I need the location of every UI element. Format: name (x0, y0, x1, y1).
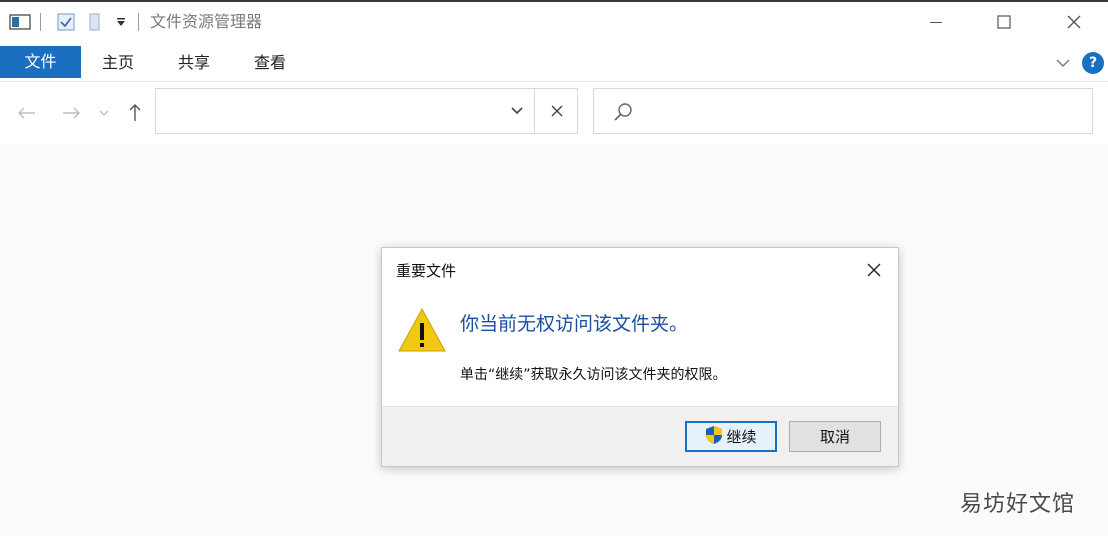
window-top-edge (0, 0, 1108, 2)
minimize-button[interactable] (914, 4, 958, 40)
tab-file[interactable]: 文件 (0, 46, 81, 78)
maximize-button[interactable] (982, 4, 1026, 40)
search-box[interactable] (593, 88, 1093, 134)
up-arrow-icon[interactable] (124, 102, 146, 124)
dialog-message: 单击“继续”获取永久访问该文件夹的权限。 (460, 367, 727, 383)
properties-icon[interactable] (54, 12, 78, 32)
tab-share[interactable]: 共享 (164, 48, 224, 78)
dialog-close-icon[interactable] (854, 254, 894, 286)
back-arrow-icon[interactable] (16, 102, 38, 124)
tab-view[interactable]: 查看 (240, 48, 300, 78)
app-icon[interactable] (8, 12, 32, 32)
help-icon[interactable]: ? (1082, 52, 1104, 74)
address-bar[interactable] (155, 88, 578, 134)
cancel-button[interactable]: 取消 (789, 421, 881, 452)
ribbon-tabs: 文件 主页 共享 查看 ? (0, 44, 1108, 82)
expand-ribbon-chevron-icon[interactable] (1054, 54, 1072, 72)
customize-toolbar-dropdown-icon[interactable] (112, 12, 130, 32)
recent-locations-chevron-icon[interactable] (96, 102, 112, 124)
search-input[interactable] (644, 97, 1074, 125)
search-icon (612, 101, 634, 123)
close-button[interactable] (1052, 4, 1096, 40)
access-denied-dialog: 重要文件 你当前无权访问该文件夹。 单击“继续”获取永久访问该文件夹的权限。 继… (381, 247, 899, 467)
toolbar-separator (138, 13, 139, 31)
address-dropdown-chevron-icon[interactable] (500, 89, 534, 133)
uac-shield-icon (705, 425, 723, 449)
forward-arrow-icon[interactable] (60, 102, 82, 124)
dialog-title: 重要文件 (396, 262, 457, 280)
continue-button[interactable]: 继续 (685, 421, 777, 452)
title-bar: 文件资源管理器 (0, 0, 1108, 44)
navigation-bar (0, 82, 1108, 144)
clear-address-icon[interactable] (534, 89, 578, 133)
warning-icon (397, 306, 447, 354)
tab-home[interactable]: 主页 (88, 48, 148, 78)
watermark: 易坊好文馆 (960, 492, 1076, 517)
new-folder-icon[interactable] (84, 12, 106, 32)
window-title: 文件资源管理器 (150, 12, 263, 31)
continue-button-label: 继续 (726, 428, 757, 446)
dialog-button-bar: 继续 取消 (382, 406, 898, 466)
toolbar-separator (40, 13, 41, 31)
dialog-heading: 你当前无权访问该文件夹。 (460, 313, 689, 335)
